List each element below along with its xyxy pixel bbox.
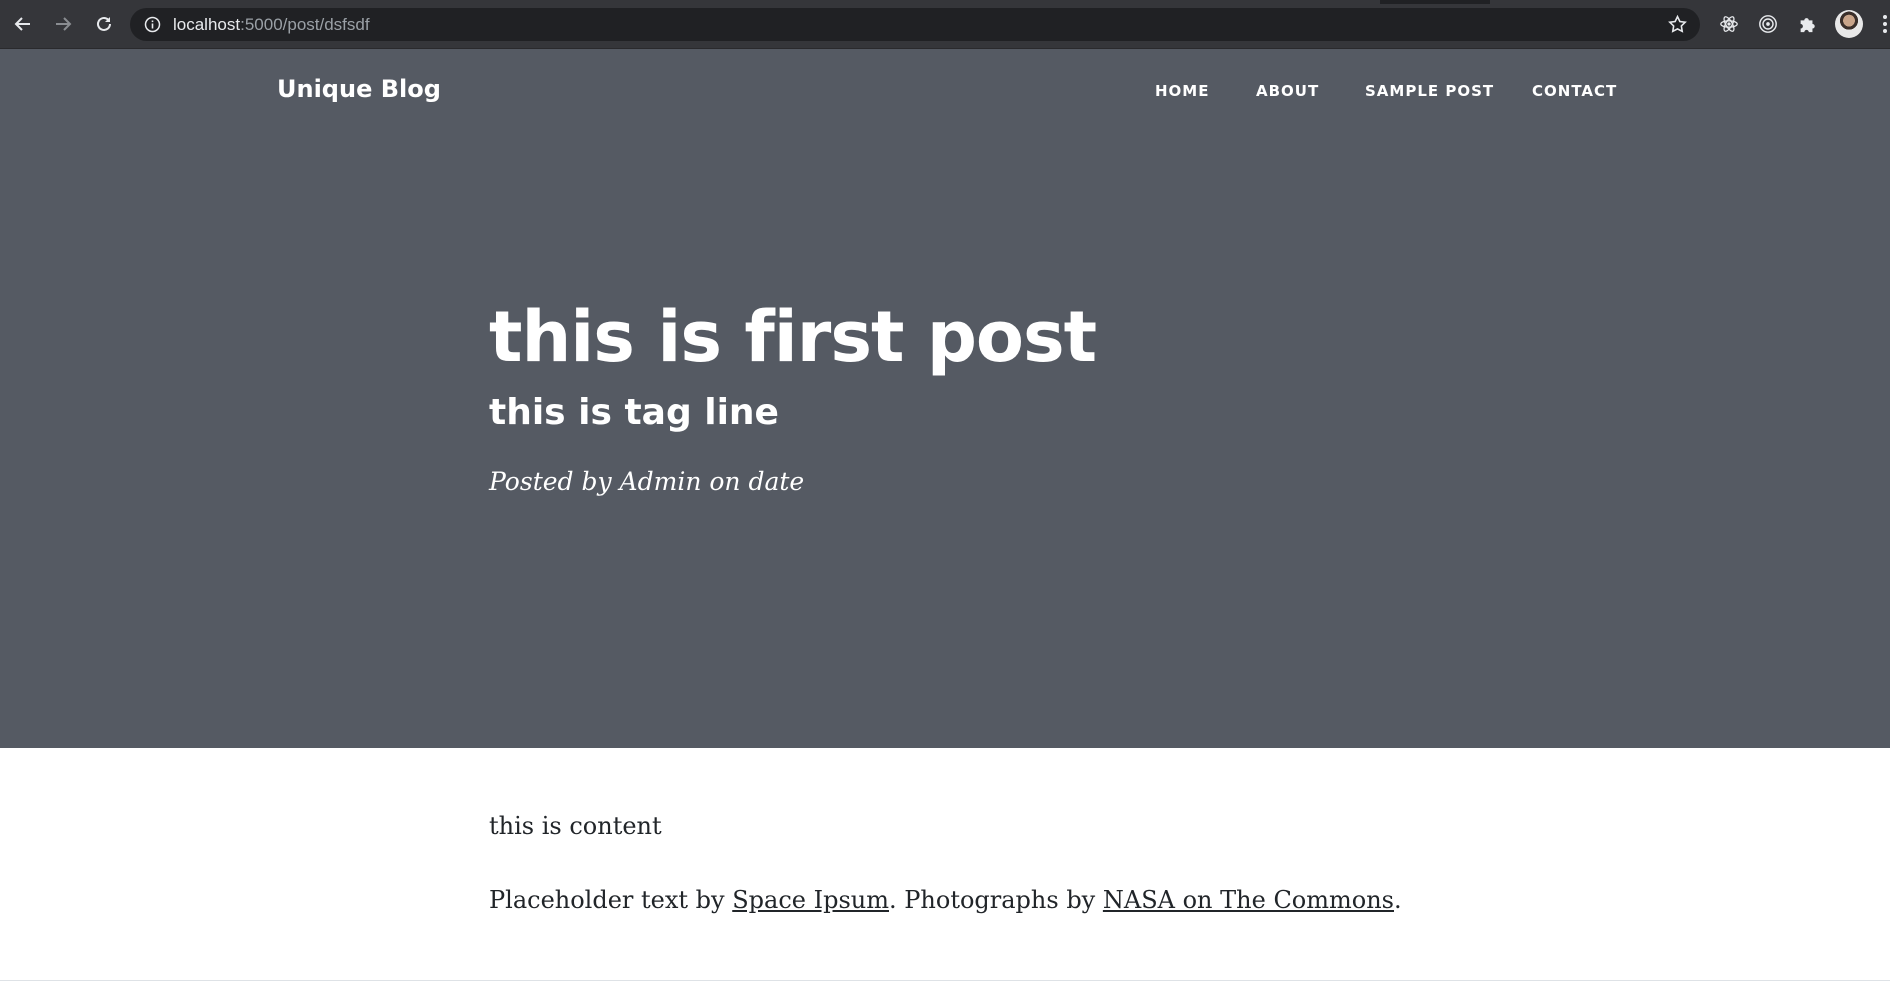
- arrow-left-icon: [14, 17, 30, 31]
- credits-line: Placeholder text by Space Ipsum. Photogr…: [489, 886, 1402, 914]
- bookmark-star-icon[interactable]: [1667, 14, 1688, 35]
- post-meta: Posted by Admin on date: [489, 467, 805, 496]
- url-path: :5000/post/dsfsdf: [240, 15, 370, 34]
- credits-prefix: Placeholder text by: [489, 886, 733, 914]
- address-bar[interactable]: localhost:5000/post/dsfsdf: [130, 8, 1700, 41]
- post-content: this is content: [489, 812, 662, 840]
- nasa-commons-link[interactable]: NASA on The Commons: [1103, 886, 1394, 914]
- puzzle-extensions-icon[interactable]: [1796, 13, 1818, 35]
- arrow-right-icon: [56, 17, 72, 31]
- url-text[interactable]: localhost:5000/post/dsfsdf: [173, 15, 370, 35]
- post-subtitle: this is tag line: [489, 392, 779, 433]
- target-extension-icon[interactable]: [1757, 13, 1779, 35]
- browser-toolbar: localhost:5000/post/dsfsdf: [0, 0, 1890, 49]
- profile-avatar[interactable]: [1835, 10, 1863, 38]
- site-brand[interactable]: Unique Blog: [277, 75, 441, 103]
- post-header: Unique Blog HOME ABOUT SAMPLE POST CONTA…: [0, 49, 1890, 748]
- credits-suffix: .: [1394, 886, 1402, 914]
- nav-home-link[interactable]: HOME: [1155, 82, 1209, 100]
- tab-edge: [1490, 0, 1890, 4]
- tab-strip: [0, 0, 1890, 4]
- back-button[interactable]: [11, 12, 35, 36]
- credits-middle: . Photographs by: [889, 886, 1103, 914]
- nav-contact-link[interactable]: CONTACT: [1532, 82, 1617, 100]
- url-host: localhost: [173, 15, 241, 34]
- nav-about-link[interactable]: ABOUT: [1256, 82, 1319, 100]
- react-devtools-icon[interactable]: [1718, 13, 1740, 35]
- reload-button[interactable]: [92, 12, 116, 36]
- active-tab-edge: [0, 0, 1380, 4]
- footer-divider: [0, 980, 1890, 981]
- info-icon[interactable]: [144, 16, 161, 33]
- browser-menu-icon[interactable]: [1880, 13, 1890, 37]
- forward-button[interactable]: [51, 12, 75, 36]
- post-title: this is first post: [489, 296, 1097, 378]
- space-ipsum-link[interactable]: Space Ipsum: [732, 886, 889, 914]
- reload-icon: [97, 16, 111, 31]
- nav-sample-post-link[interactable]: SAMPLE POST: [1365, 82, 1494, 100]
